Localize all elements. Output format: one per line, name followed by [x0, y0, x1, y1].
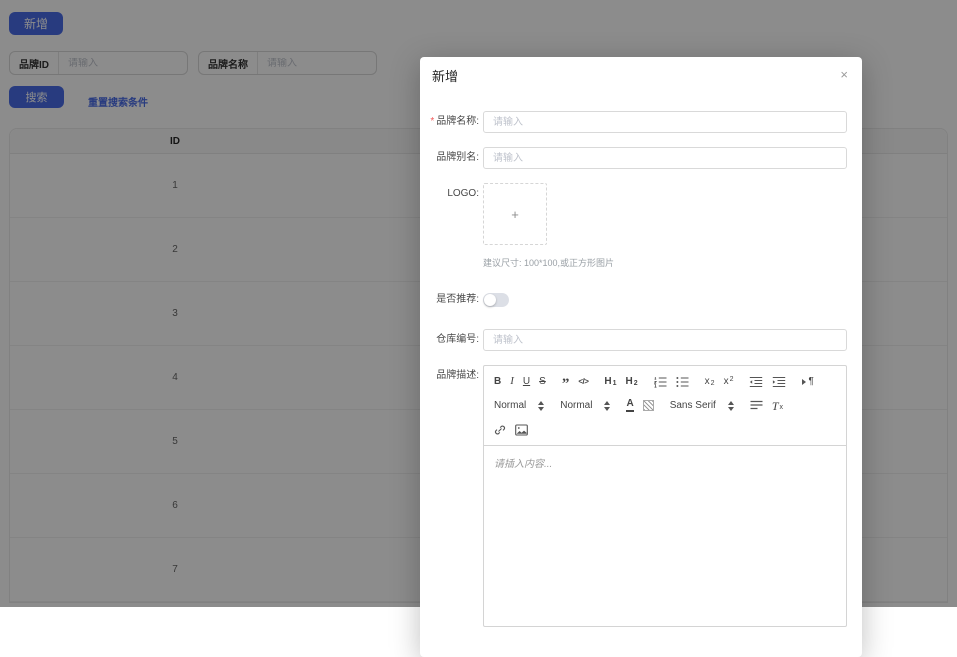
editor-toolbar: B I U S ” </> H1 H2	[484, 366, 846, 446]
superscript-number: 2	[730, 376, 734, 383]
hatch-swatch	[643, 400, 654, 411]
warehouse-no-label: 仓库编号:	[420, 329, 483, 351]
header-select[interactable]: Normal	[560, 400, 610, 411]
header-1-button[interactable]: H1	[604, 374, 616, 389]
outdent-icon[interactable]	[749, 374, 763, 389]
ordered-list-icon[interactable]	[654, 374, 667, 389]
add-brand-form: *品牌名称: 品牌别名: LOGO: + 建议尺寸: 100*100,或正方形图…	[420, 111, 862, 627]
rich-text-editor: B I U S ” </> H1 H2	[483, 365, 847, 627]
toolbar-row-3	[494, 422, 836, 437]
code-block-button[interactable]: </>	[578, 374, 588, 389]
image-icon[interactable]	[515, 422, 528, 437]
h1-letter: H	[604, 377, 611, 387]
clean-format-icon[interactable]: Tx	[772, 398, 783, 413]
add-brand-modal: 新增 × *品牌名称: 品牌别名: LOGO: + 建议尺寸: 100*10	[420, 57, 862, 657]
recommend-row: 是否推荐:	[420, 289, 862, 311]
recommend-label: 是否推荐:	[420, 289, 483, 311]
warehouse-no-row: 仓库编号:	[420, 329, 862, 351]
brand-name-label-text: 品牌名称:	[436, 116, 479, 127]
italic-button[interactable]: I	[510, 374, 514, 389]
select-arrows-icon	[538, 401, 544, 411]
h2-number: 2	[634, 380, 638, 387]
color-letter: A	[626, 399, 633, 412]
editor-content-area[interactable]: 请插入内容...	[484, 446, 846, 626]
description-label: 品牌描述:	[420, 365, 483, 387]
h1-number: 1	[613, 380, 617, 387]
warehouse-no-input[interactable]	[483, 329, 847, 351]
header-select-value: Normal	[560, 400, 592, 411]
toolbar-row-2: Normal Normal A	[494, 398, 836, 413]
text-color-icon[interactable]: A	[626, 398, 633, 413]
recommend-toggle[interactable]	[483, 293, 509, 307]
logo-upload-box[interactable]: +	[483, 183, 547, 245]
header-2-button[interactable]: H2	[626, 374, 638, 389]
size-select-value: Normal	[494, 400, 526, 411]
subscript-number: 2	[711, 380, 715, 387]
pilcrow-glyph: ¶	[808, 377, 813, 387]
toolbar-row-1: B I U S ” </> H1 H2	[494, 374, 836, 389]
modal-header: 新增 ×	[420, 57, 862, 86]
background-color-icon[interactable]	[643, 398, 654, 413]
brand-name-row: *品牌名称:	[420, 111, 862, 133]
close-icon[interactable]: ×	[840, 68, 848, 82]
link-icon[interactable]	[494, 422, 506, 437]
editor-placeholder: 请插入内容...	[494, 455, 836, 470]
brand-alias-input[interactable]	[483, 147, 847, 169]
logo-label: LOGO:	[420, 183, 483, 205]
underline-button[interactable]: U	[523, 374, 530, 389]
brand-alias-row: 品牌别名:	[420, 147, 862, 169]
font-select-value: Sans Serif	[670, 400, 716, 411]
superscript-letter: x	[724, 377, 729, 387]
logo-size-hint: 建议尺寸: 100*100,或正方形图片	[483, 256, 847, 269]
font-select[interactable]: Sans Serif	[670, 400, 734, 411]
brand-name-label: *品牌名称:	[420, 111, 483, 133]
plus-icon: +	[511, 207, 519, 222]
clean-x: x	[780, 404, 784, 411]
modal-title: 新增	[432, 68, 850, 86]
brand-name-input[interactable]	[483, 111, 847, 133]
subscript-button[interactable]: x2	[705, 374, 715, 389]
logo-row: LOGO: + 建议尺寸: 100*100,或正方形图片	[420, 183, 862, 269]
select-arrows-icon	[728, 401, 734, 411]
align-icon[interactable]	[750, 398, 763, 413]
direction-arrow	[802, 379, 806, 385]
toggle-knob	[484, 294, 496, 306]
h2-letter: H	[626, 377, 633, 387]
description-row: 品牌描述: B I U S ” </	[420, 365, 862, 627]
blockquote-button[interactable]: ”	[562, 374, 570, 389]
size-select[interactable]: Normal	[494, 400, 544, 411]
superscript-button[interactable]: x2	[724, 374, 734, 389]
bullet-list-icon[interactable]	[676, 374, 689, 389]
subscript-letter: x	[705, 377, 710, 387]
brand-alias-label: 品牌别名:	[420, 147, 483, 169]
text-direction-icon[interactable]: ¶	[802, 374, 813, 389]
bold-button[interactable]: B	[494, 374, 501, 389]
strikethrough-button[interactable]: S	[539, 374, 546, 389]
clean-letter: T	[772, 400, 779, 412]
indent-icon[interactable]	[772, 374, 786, 389]
select-arrows-icon	[604, 401, 610, 411]
required-asterisk: *	[430, 116, 434, 127]
